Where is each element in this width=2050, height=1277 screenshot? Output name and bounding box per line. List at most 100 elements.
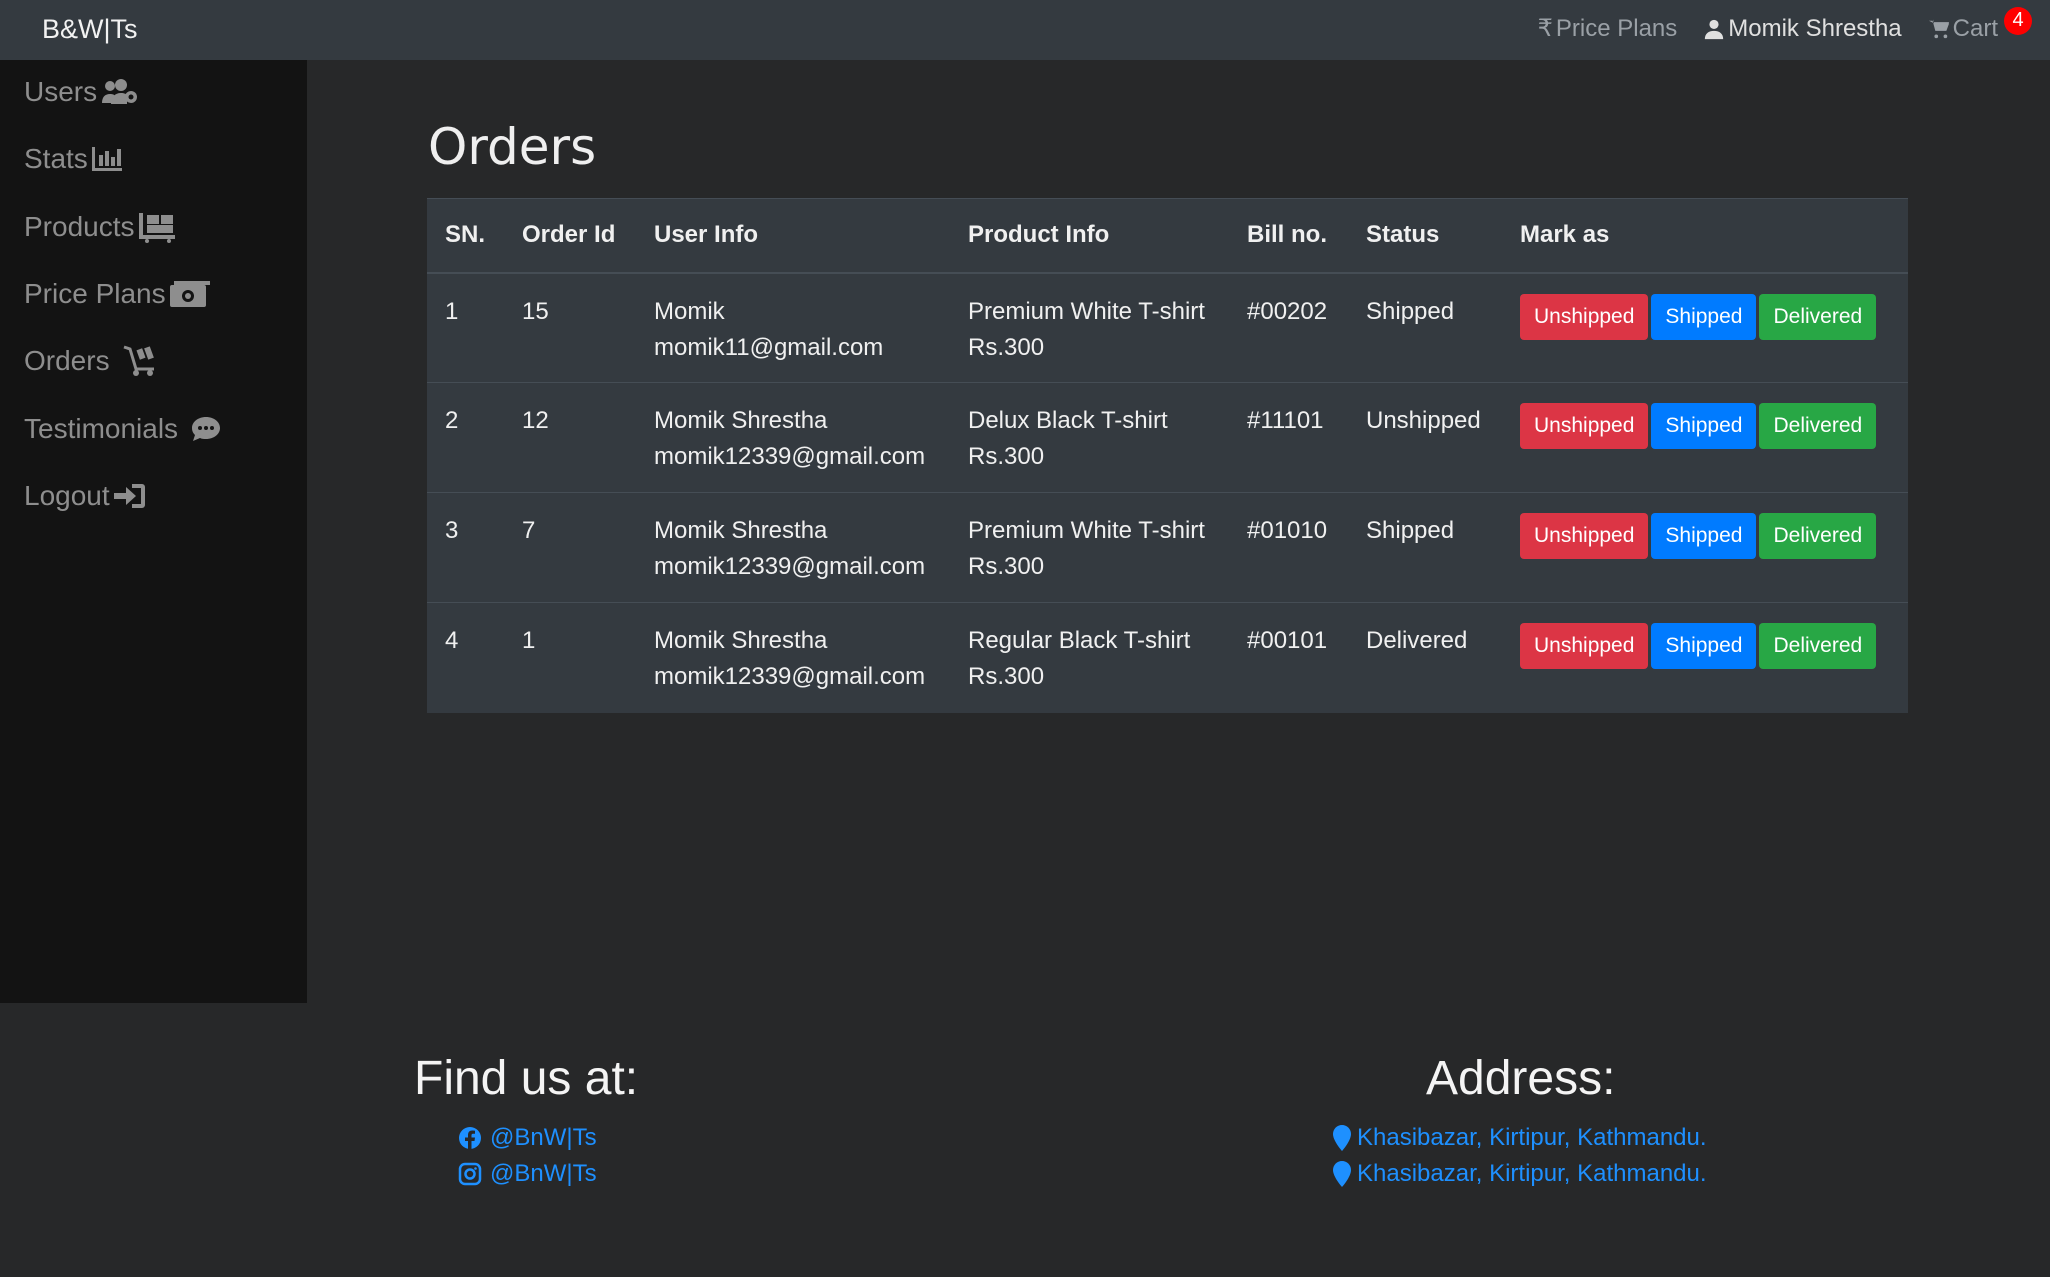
chart-bar-icon (91, 147, 122, 171)
cell-product-info: Premium White T-shirt Rs.300 (950, 272, 1229, 383)
instagram-link[interactable]: @BnW|Ts (458, 1160, 597, 1188)
product-price: Rs.300 (968, 333, 1045, 361)
instagram-icon (458, 1162, 482, 1186)
sidebar-item-price-plans[interactable]: Price Plans (24, 278, 210, 310)
mark-shipped-button[interactable]: Shipped (1651, 403, 1757, 449)
cell-order-id: 7 (504, 492, 636, 603)
sidebar-item-label: Price Plans (24, 278, 166, 309)
cell-status: Shipped (1348, 492, 1502, 603)
nav-price-plans[interactable]: ₹ Price Plans (1538, 14, 1678, 43)
col-product-info: Product Info (950, 198, 1229, 274)
nav-cart-label: Cart (1952, 14, 1998, 42)
brand-logo[interactable]: B&W|Ts (42, 14, 138, 45)
cell-user-info: Momik Shrestha momik12339@gmail.com (636, 492, 950, 603)
table-row: 3 7 Momik Shrestha momik12339@gmail.com P… (427, 492, 1908, 603)
product-price: Rs.300 (968, 443, 1045, 470)
user-name: Momik Shrestha (654, 627, 828, 654)
comment-icon (192, 417, 221, 441)
sidebar-item-products[interactable]: Products (24, 211, 175, 243)
address-link-2[interactable]: Khasibazar, Kirtipur, Kathmandu. (1333, 1160, 1707, 1188)
product-name: Delux Black T-shirt (968, 407, 1168, 434)
cell-sn: 1 (427, 272, 504, 383)
user-email: momik11@gmail.com (654, 333, 884, 361)
address-text: Khasibazar, Kirtipur, Kathmandu. (1357, 1124, 1707, 1151)
mark-delivered-button[interactable]: Delivered (1759, 623, 1877, 669)
cell-status: Delivered (1348, 602, 1502, 713)
cell-mark-as: Unshipped Shipped Delivered (1502, 272, 1908, 383)
table-header-row: SN. Order Id User Info Product Info Bill… (427, 198, 1908, 274)
cart-icon (1928, 19, 1949, 38)
cell-mark-as: Unshipped Shipped Delivered (1502, 382, 1908, 493)
nav-cart[interactable]: Cart 4 (1928, 6, 2032, 43)
find-us-heading: Find us at: (414, 1052, 639, 1105)
mark-delivered-button[interactable]: Delivered (1759, 403, 1877, 449)
cell-bill-no: #01010 (1229, 492, 1348, 603)
nav-user-label: Momik Shrestha (1728, 14, 1902, 42)
instagram-handle: @BnW|Ts (490, 1160, 597, 1187)
cell-product-info: Regular Black T-shirt Rs.300 (950, 602, 1229, 713)
sidebar-item-label: Stats (24, 143, 88, 174)
user-email: momik12339@gmail.com (654, 443, 926, 470)
dolly-icon (138, 213, 175, 243)
cell-bill-no: #00202 (1229, 272, 1348, 383)
cell-user-info: Momik momik11@gmail.com (636, 272, 950, 383)
sign-out-icon (113, 484, 145, 508)
mark-shipped-button[interactable]: Shipped (1651, 623, 1757, 669)
mark-unshipped-button[interactable]: Unshipped (1520, 293, 1649, 340)
cart-dolly-icon (123, 345, 154, 376)
col-mark-as: Mark as (1502, 198, 1908, 274)
orders-table: SN. Order Id User Info Product Info Bill… (427, 198, 1908, 713)
cell-order-id: 1 (504, 602, 636, 713)
product-name: Premium White T-shirt (968, 297, 1205, 325)
col-status: Status (1348, 198, 1502, 274)
map-marker-icon (1333, 1125, 1351, 1151)
cell-sn: 4 (427, 602, 504, 713)
mark-unshipped-button[interactable]: Unshipped (1520, 403, 1649, 449)
table-row: 2 12 Momik Shrestha momik12339@gmail.com … (427, 382, 1908, 493)
mark-shipped-button[interactable]: Shipped (1651, 293, 1757, 340)
cell-mark-as: Unshipped Shipped Delivered (1502, 492, 1908, 603)
table-row: 4 1 Momik Shrestha momik12339@gmail.com R… (427, 602, 1908, 713)
sidebar-item-users[interactable]: Users (24, 76, 139, 108)
mark-unshipped-button[interactable]: Unshipped (1520, 513, 1649, 559)
cell-product-info: Delux Black T-shirt Rs.300 (950, 382, 1229, 493)
product-name: Regular Black T-shirt (968, 627, 1191, 654)
facebook-link[interactable]: @BnW|Ts (458, 1124, 597, 1152)
user-name: Momik Shrestha (654, 407, 828, 434)
cell-product-info: Premium White T-shirt Rs.300 (950, 492, 1229, 603)
cell-status: Shipped (1348, 272, 1502, 383)
mark-shipped-button[interactable]: Shipped (1651, 513, 1757, 559)
sidebar-item-label: Orders (24, 345, 110, 376)
col-sn: SN. (427, 198, 504, 274)
cell-sn: 2 (427, 382, 504, 493)
address-text: Khasibazar, Kirtipur, Kathmandu. (1357, 1160, 1707, 1187)
users-cog-icon (102, 79, 138, 104)
table-row: 1 15 Momik momik11@gmail.com Premium Whit… (427, 272, 1908, 383)
sidebar-item-orders[interactable]: Orders (24, 345, 160, 377)
facebook-handle: @BnW|Ts (490, 1124, 597, 1151)
user-name: Momik (654, 297, 725, 325)
user-email: momik12339@gmail.com (654, 553, 926, 580)
mark-delivered-button[interactable]: Delivered (1759, 293, 1877, 340)
address-link-1[interactable]: Khasibazar, Kirtipur, Kathmandu. (1333, 1124, 1707, 1152)
nav-user[interactable]: Momik Shrestha (1703, 14, 1902, 43)
nav-price-plans-label: Price Plans (1555, 14, 1678, 42)
product-name: Premium White T-shirt (968, 517, 1205, 544)
mark-delivered-button[interactable]: Delivered (1759, 513, 1877, 559)
user-icon (1705, 19, 1724, 39)
cart-count-badge: 4 (2004, 6, 2032, 35)
sidebar-item-stats[interactable]: Stats (24, 143, 122, 175)
page-title: Orders (428, 118, 597, 176)
cell-bill-no: #00101 (1229, 602, 1348, 713)
col-order-id: Order Id (504, 198, 636, 274)
facebook-icon (459, 1127, 481, 1150)
sidebar-item-testimonials[interactable]: Testimonials (24, 413, 222, 445)
top-navbar: B&W|Ts ₹ Price Plans Momik Shrestha Cart… (0, 0, 2050, 60)
sidebar-item-logout[interactable]: Logout (24, 480, 146, 512)
col-bill-no: Bill no. (1229, 198, 1348, 274)
sidebar-item-label: Testimonials (24, 413, 179, 444)
cell-sn: 3 (427, 492, 504, 603)
sidebar-item-label: Logout (24, 480, 110, 511)
mark-unshipped-button[interactable]: Unshipped (1520, 623, 1649, 669)
money-bill-icon (169, 281, 210, 307)
